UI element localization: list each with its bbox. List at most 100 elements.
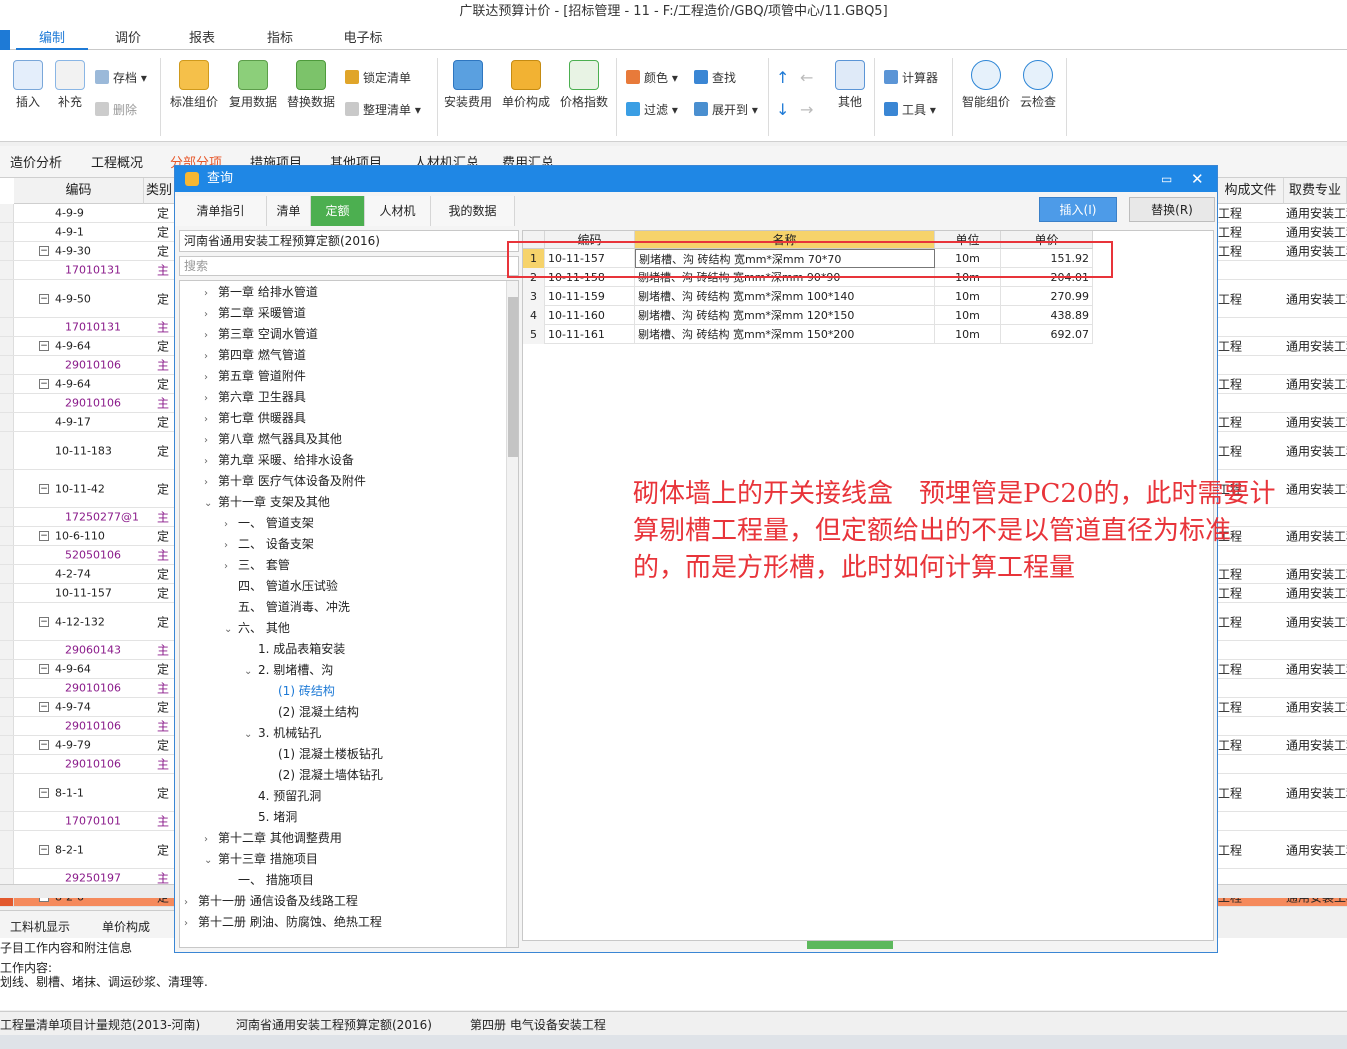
table-row[interactable]: 17070101 主: [0, 812, 175, 831]
chevron-right-icon[interactable]: ›: [204, 388, 218, 409]
replace-button[interactable]: 替换(R): [1129, 197, 1215, 222]
supplement-button[interactable]: 补充: [50, 60, 90, 110]
row-header[interactable]: [0, 508, 14, 526]
tree-node[interactable]: 1. 成品表箱安装: [244, 639, 345, 660]
find-button[interactable]: 查找: [694, 68, 736, 88]
tab-list[interactable]: 清单: [267, 196, 311, 226]
chevron-right-icon[interactable]: ›: [204, 367, 218, 388]
tab-project-overview[interactable]: 工程概况: [91, 152, 143, 171]
tree-node[interactable]: › 第二章 采暖管道: [204, 303, 306, 324]
move-down-icon[interactable]: ↓: [776, 100, 789, 120]
table-row[interactable]: 17250277@1 主: [0, 508, 175, 527]
install-fee-button[interactable]: 安装费用: [442, 60, 494, 110]
collapse-toggle-icon[interactable]: −: [39, 293, 49, 304]
table-row[interactable]: 工程 通用安装工程: [1218, 774, 1347, 812]
row-header[interactable]: [0, 831, 14, 868]
tree-node[interactable]: (1) 砖结构: [264, 681, 335, 702]
chevron-down-icon[interactable]: ⌄: [204, 850, 218, 871]
cloud-check-button[interactable]: 云检查: [1016, 60, 1060, 110]
tree-node[interactable]: › 第六章 卫生器具: [204, 387, 306, 408]
row-header[interactable]: [0, 641, 14, 659]
tree-node[interactable]: › 第三章 空调水管道: [204, 324, 318, 345]
row-header[interactable]: [0, 755, 14, 773]
row-header[interactable]: [0, 660, 14, 678]
delete-button[interactable]: 删除: [95, 100, 137, 120]
tree-node[interactable]: ⌄ 2. 剔堵槽、沟: [244, 660, 333, 681]
tree-node[interactable]: › 第十二册 刷油、防腐蚀、绝热工程: [184, 912, 382, 933]
chevron-right-icon[interactable]: ›: [204, 829, 218, 850]
row-header[interactable]: [0, 394, 14, 412]
table-row[interactable]: 4-2-74 定: [0, 565, 175, 584]
table-row[interactable]: 工程 通用安装工程: [1218, 242, 1347, 261]
row-header[interactable]: [0, 717, 14, 735]
price-index-button[interactable]: 价格指数: [558, 60, 610, 110]
move-right-icon[interactable]: →: [800, 100, 813, 120]
chevron-down-icon[interactable]: ⌄: [244, 661, 258, 682]
table-row[interactable]: [1218, 356, 1347, 375]
table-row[interactable]: 29010106 主: [0, 717, 175, 736]
chevron-right-icon[interactable]: ›: [204, 325, 218, 346]
table-row[interactable]: −10-6-110 定: [0, 527, 175, 546]
tree-node[interactable]: › 第四章 燃气管道: [204, 345, 306, 366]
chevron-down-icon[interactable]: ⌄: [244, 724, 258, 745]
row-header[interactable]: [0, 413, 14, 431]
replace-data-button[interactable]: 替换数据: [284, 60, 338, 110]
other-button[interactable]: 其他: [832, 60, 868, 110]
collapse-toggle-icon[interactable]: −: [39, 531, 49, 541]
row-header[interactable]: [0, 736, 14, 754]
insert-button[interactable]: 插入: [8, 60, 48, 110]
row-header[interactable]: [0, 603, 14, 640]
ribbon-tab-edit[interactable]: 编制: [16, 28, 88, 50]
chevron-right-icon[interactable]: ›: [204, 304, 218, 325]
ribbon-tab-index[interactable]: 指标: [250, 28, 310, 50]
row-header[interactable]: [0, 698, 14, 716]
tree-node[interactable]: › 二、 设备支架: [224, 534, 314, 555]
collapse-toggle-icon[interactable]: −: [39, 664, 49, 674]
result-row[interactable]: 5 10-11-161 剔堵槽、沟 砖结构 宽mm*深mm 150*200 10m 69…: [523, 325, 1093, 344]
row-header[interactable]: [0, 679, 14, 697]
table-row[interactable]: −8-2-1 定: [0, 831, 175, 869]
table-row[interactable]: −4-9-30 定: [0, 242, 175, 261]
tab-list-guide[interactable]: 清单指引: [175, 196, 267, 226]
table-row[interactable]: −4-9-64 定: [0, 660, 175, 679]
column-header-compose-file[interactable]: 构成文件: [1218, 178, 1284, 204]
table-row[interactable]: 工程 通用安装工程: [1218, 603, 1347, 641]
tree-scroll-thumb[interactable]: [508, 297, 518, 457]
table-row[interactable]: 4-9-9 定: [0, 204, 175, 223]
row-header[interactable]: [0, 527, 14, 545]
close-icon[interactable]: ✕: [1191, 166, 1204, 192]
row-header[interactable]: [0, 432, 14, 469]
quota-library-select[interactable]: 河南省通用安装工程预算定额(2016): [179, 230, 519, 252]
row-header[interactable]: [0, 546, 14, 564]
column-header-type[interactable]: 类别: [144, 178, 175, 204]
table-row[interactable]: 29010106 主: [0, 755, 175, 774]
tab-unit-price-compose[interactable]: 单价构成: [102, 918, 150, 935]
status-list-standard[interactable]: 工程量清单项目计量规范(2013-河南): [0, 1016, 200, 1033]
table-row[interactable]: 工程 通用安装工程: [1218, 413, 1347, 432]
move-left-icon[interactable]: ←: [800, 68, 813, 88]
row-header[interactable]: [0, 223, 14, 241]
table-row[interactable]: 工程 通用安装工程: [1218, 375, 1347, 394]
maximize-icon[interactable]: ▭: [1161, 166, 1172, 192]
row-header[interactable]: [0, 375, 14, 393]
filter-button[interactable]: 过滤 ▾: [626, 100, 678, 120]
chevron-right-icon[interactable]: ›: [224, 556, 238, 577]
chevron-right-icon[interactable]: ›: [204, 472, 218, 493]
row-header[interactable]: [0, 356, 14, 374]
tree-node[interactable]: (2) 混凝土结构: [264, 702, 359, 723]
tree-node[interactable]: › 第十一册 通信设备及线路工程: [184, 891, 358, 912]
table-row[interactable]: −4-9-64 定: [0, 375, 175, 394]
table-row[interactable]: [1218, 679, 1347, 698]
chevron-right-icon[interactable]: ›: [224, 514, 238, 535]
unit-price-compose-button[interactable]: 单价构成: [500, 60, 552, 110]
row-header[interactable]: [0, 242, 14, 260]
chevron-right-icon[interactable]: ›: [204, 409, 218, 430]
table-row[interactable]: 工程 通用安装工程: [1218, 204, 1347, 223]
tree-node[interactable]: 4. 预留孔洞: [244, 786, 321, 807]
search-input[interactable]: 搜索: [179, 256, 519, 276]
row-header[interactable]: [0, 774, 14, 811]
table-row[interactable]: 10-11-183 定: [0, 432, 175, 470]
tree-scrollbar[interactable]: [506, 281, 518, 947]
chevron-right-icon[interactable]: ›: [204, 283, 218, 304]
table-row[interactable]: [1218, 318, 1347, 337]
